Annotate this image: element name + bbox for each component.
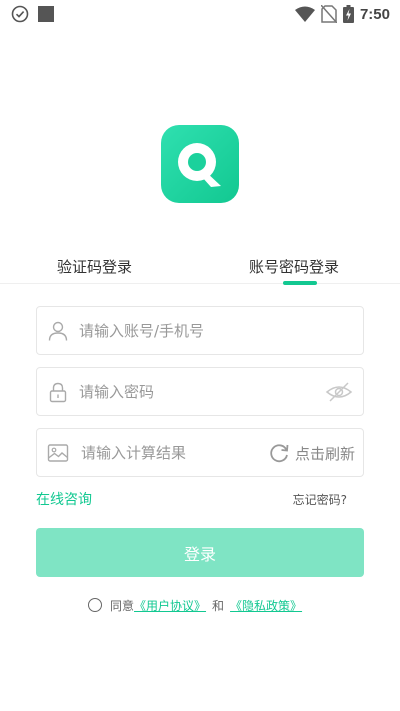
captcha-input[interactable] xyxy=(81,429,281,476)
status-bar-right: 7:50 xyxy=(294,5,390,23)
refresh-icon xyxy=(270,444,289,463)
battery-charging-icon xyxy=(342,5,354,23)
agreement-row: 同意 《用户协议》 和 《隐私政策》 xyxy=(88,595,302,615)
eye-hidden-icon[interactable] xyxy=(325,380,353,404)
square-notification-icon xyxy=(38,6,54,22)
login-tabs: 验证码登录 账号密码登录 xyxy=(0,248,400,285)
tab-sms-login[interactable]: 验证码登录 xyxy=(57,256,132,277)
account-field xyxy=(36,306,364,355)
account-input[interactable] xyxy=(79,307,349,354)
online-consult-link[interactable]: 在线咨询 xyxy=(36,489,92,509)
app-logo xyxy=(161,125,239,203)
image-icon xyxy=(47,444,69,462)
refresh-captcha-button[interactable]: 点击刷新 xyxy=(268,439,355,467)
agreement-prefix: 同意 xyxy=(110,598,135,613)
agreement-and: 和 xyxy=(212,598,225,613)
user-agreement-link[interactable]: 《用户协议》 xyxy=(134,597,206,614)
check-circle-icon xyxy=(11,5,29,23)
status-bar-left xyxy=(11,5,55,23)
login-button[interactable]: 登录 xyxy=(36,528,364,577)
active-tab-indicator xyxy=(283,281,317,285)
user-icon xyxy=(48,321,68,341)
refresh-label: 点击刷新 xyxy=(294,444,355,463)
status-bar: 7:50 xyxy=(0,0,400,30)
tab-account-login[interactable]: 账号密码登录 xyxy=(249,256,339,277)
password-field xyxy=(36,367,364,416)
status-time: 7:50 xyxy=(359,5,390,23)
forgot-password-link[interactable]: 忘记密码? xyxy=(293,491,347,508)
no-sim-icon xyxy=(320,5,337,23)
agreement-checkbox[interactable] xyxy=(88,598,102,612)
password-input[interactable] xyxy=(79,368,279,415)
lock-icon xyxy=(49,382,67,403)
q-logo-icon xyxy=(178,143,221,187)
privacy-policy-link[interactable]: 《隐私政策》 xyxy=(230,597,302,614)
wifi-icon xyxy=(294,6,315,22)
captcha-field: 点击刷新 xyxy=(36,428,364,477)
